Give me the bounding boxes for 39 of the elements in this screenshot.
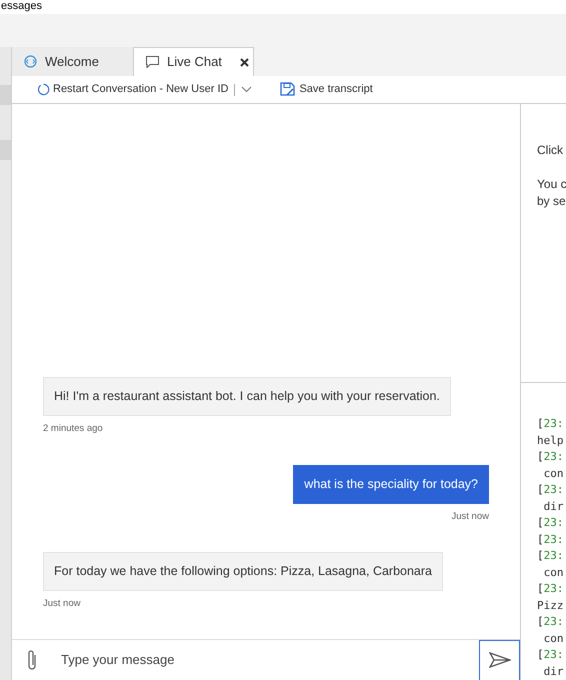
bot-emulator-icon	[24, 55, 37, 68]
inspector-text: Click	[537, 142, 564, 159]
user-message: what is the speciality for today?	[293, 464, 489, 504]
log-text: help	[537, 432, 564, 448]
send-button[interactable]	[479, 640, 520, 680]
log-timestamp: [23:	[537, 647, 564, 663]
refresh-icon	[37, 83, 50, 96]
tab[interactable]: Live Chat	[133, 47, 254, 76]
window-title: essages	[1, 0, 42, 12]
tab[interactable]: Welcome	[12, 47, 133, 76]
log-timestamp: [23:	[537, 482, 564, 498]
log-timestamp: [23:	[537, 532, 564, 548]
log-timestamp: [23:	[537, 581, 564, 597]
log-text: con	[542, 466, 564, 482]
log-text: con	[542, 630, 564, 646]
chevron-down-icon[interactable]	[241, 86, 252, 93]
chat-bubble-icon	[146, 56, 159, 68]
inspector-text: You c	[537, 176, 566, 193]
log-text: dir	[542, 664, 564, 680]
paperclip-icon[interactable]	[26, 649, 38, 671]
save-icon	[280, 82, 296, 97]
inspector-text: by se	[537, 193, 566, 210]
log-timestamp: [23:	[537, 416, 564, 432]
log-timestamp: [23:	[537, 548, 564, 564]
message-timestamp: 2 minutes ago	[43, 422, 103, 436]
send-icon	[488, 652, 510, 668]
bot-message: For today we have the following options: Pizza, Lasagna, Carbonara	[43, 552, 444, 591]
log-text: dir	[542, 498, 564, 514]
log-text: con	[542, 564, 564, 580]
message-timestamp: Just now	[43, 596, 80, 611]
log-timestamp: [23:	[537, 614, 564, 630]
message-timestamp: Just now	[452, 510, 489, 524]
log-text: Pizz	[537, 598, 564, 614]
log-timestamp: [23:	[537, 515, 564, 531]
save-transcript-button[interactable]: Save transcript	[280, 81, 373, 98]
bot-message: Hi! I'm a restaurant assistant bot. I can help you with your reservation.	[43, 377, 451, 416]
close-icon[interactable]	[240, 58, 249, 66]
log-timestamp: [23:	[537, 449, 564, 465]
restart-button[interactable]: Restart Conversation - New User ID	[37, 81, 228, 98]
